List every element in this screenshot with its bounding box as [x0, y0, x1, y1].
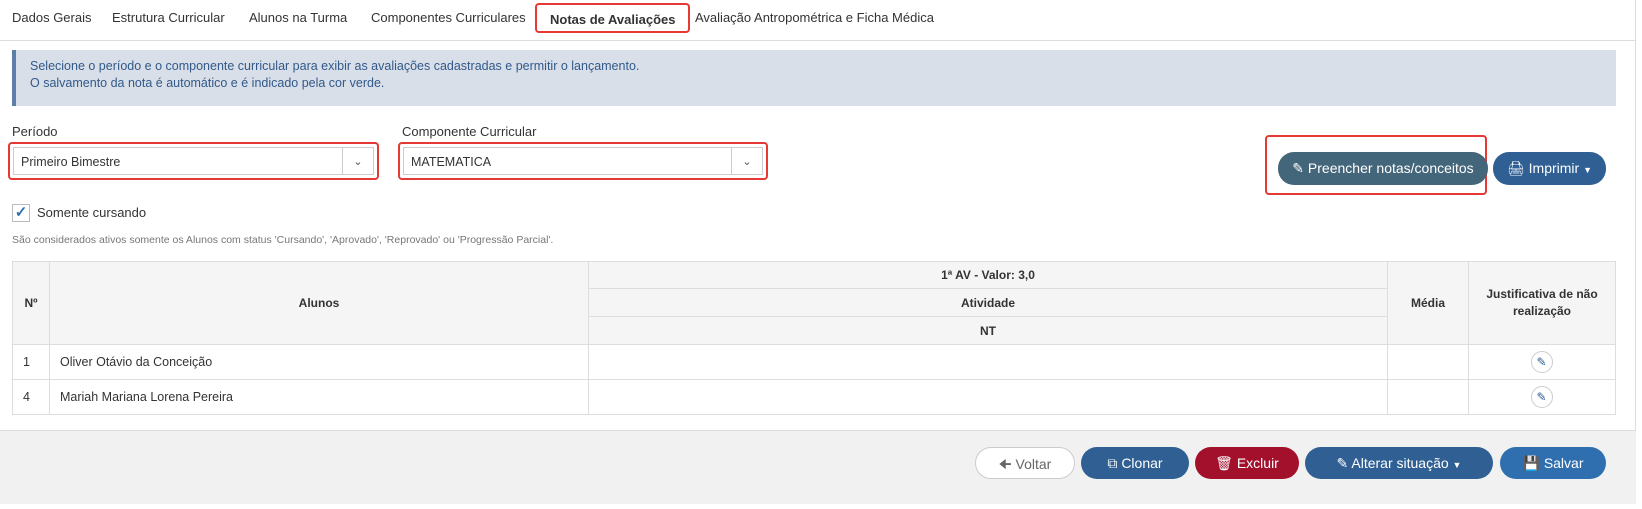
info-alert-line-2: O salvamento da nota é automático e é in… — [30, 76, 385, 90]
activity-header: Atividade — [588, 288, 1388, 317]
table-row: 1 Oliver Otávio da Conceição ✎ — [12, 344, 1616, 380]
tab-avaliacao-antropometrica[interactable]: Avaliação Antropométrica e Ficha Médica — [695, 10, 934, 25]
table-row: 4 Mariah Mariana Lorena Pereira ✎ — [12, 379, 1616, 415]
col-no-header: Nº — [12, 261, 50, 345]
media-cell — [1387, 344, 1469, 380]
justificativa-cell: ✎ — [1468, 379, 1616, 415]
clonar-label: Clonar — [1121, 455, 1163, 471]
save-icon: 💾 — [1522, 455, 1540, 471]
col-alunos-header: Alunos — [49, 261, 589, 345]
grade-cell[interactable] — [588, 344, 1388, 380]
chevron-down-icon: ⌄ — [731, 148, 762, 174]
salvar-button[interactable]: 💾 Salvar — [1500, 447, 1606, 479]
periodo-select-highlight: Primeiro Bimestre ⌄ — [8, 142, 379, 180]
fill-grades-label: Preencher notas/conceitos — [1307, 160, 1474, 176]
excluir-label: Excluir — [1236, 455, 1279, 471]
status-note: São considerados ativos somente os Aluno… — [12, 234, 554, 246]
fill-grades-button[interactable]: ✎ Preencher notas/conceitos — [1278, 152, 1488, 185]
somente-cursando-checkbox[interactable]: ✓ — [12, 204, 30, 222]
edit-icon: ✎ — [1292, 160, 1305, 176]
info-alert: Selecione o período e o componente curri… — [12, 50, 1616, 106]
caret-down-icon: ▼ — [1583, 165, 1593, 175]
voltar-button[interactable]: 🠈 Voltar — [975, 447, 1075, 479]
periodo-select-value: Primeiro Bimestre — [21, 155, 121, 169]
tab-alunos-na-turma[interactable]: Alunos na Turma — [249, 10, 347, 25]
row-number: 4 — [12, 379, 50, 415]
tab-bar: Dados Gerais Estrutura Curricular Alunos… — [0, 0, 1636, 41]
nt-header: NT — [588, 316, 1388, 345]
componente-select-highlight: MATEMATICA ⌄ — [398, 142, 768, 180]
col-justificativa-header: Justificativa de não realização — [1468, 261, 1616, 345]
chevron-down-icon: ⌄ — [342, 148, 373, 174]
av-header: 1ª AV - Valor: 3,0 — [588, 261, 1388, 289]
row-student-name: Mariah Mariana Lorena Pereira — [49, 379, 589, 415]
printer-icon: 🖨 — [1506, 160, 1525, 176]
tab-componentes-curriculares[interactable]: Componentes Curriculares — [371, 10, 526, 25]
justificativa-cell: ✎ — [1468, 344, 1616, 380]
edit-icon[interactable]: ✎ — [1530, 386, 1553, 408]
print-label: Imprimir — [1528, 160, 1580, 176]
voltar-label: Voltar — [1015, 456, 1052, 472]
edit-icon: ✎ — [1336, 455, 1349, 471]
alterar-situacao-button[interactable]: ✎ Alterar situação ▼ — [1305, 447, 1493, 479]
componente-label: Componente Curricular — [402, 124, 537, 139]
trash-icon: 🗑 — [1215, 455, 1233, 471]
grade-cell[interactable] — [588, 379, 1388, 415]
tab-notas-de-avaliacoes[interactable]: Notas de Avaliações — [535, 3, 691, 33]
clonar-button[interactable]: ⧉ Clonar — [1081, 447, 1189, 479]
grades-table: Nº Alunos 1ª AV - Valor: 3,0 Média Justi… — [12, 261, 1616, 415]
salvar-label: Salvar — [1543, 455, 1584, 471]
col-media-header: Média — [1387, 261, 1469, 345]
edit-icon[interactable]: ✎ — [1530, 351, 1553, 373]
tab-dados-gerais[interactable]: Dados Gerais — [12, 10, 91, 25]
info-alert-line-1: Selecione o período e o componente curri… — [30, 59, 640, 73]
row-student-name: Oliver Otávio da Conceição — [49, 344, 589, 380]
alterar-situacao-label: Alterar situação — [1351, 455, 1449, 471]
copy-icon: ⧉ — [1107, 455, 1118, 471]
componente-select-value: MATEMATICA — [411, 155, 492, 169]
row-number: 1 — [12, 344, 50, 380]
periodo-select[interactable]: Primeiro Bimestre ⌄ — [13, 147, 374, 175]
media-cell — [1387, 379, 1469, 415]
caret-down-icon: ▼ — [1452, 460, 1462, 470]
print-button[interactable]: 🖨 Imprimir ▼ — [1493, 152, 1606, 185]
componente-select[interactable]: MATEMATICA ⌄ — [403, 147, 763, 175]
arrow-left-icon: 🠈 — [998, 456, 1012, 472]
excluir-button[interactable]: 🗑 Excluir — [1195, 447, 1299, 479]
periodo-label: Período — [12, 124, 58, 139]
somente-cursando-label: Somente cursando — [37, 205, 147, 220]
tab-estrutura-curricular[interactable]: Estrutura Curricular — [112, 10, 225, 25]
